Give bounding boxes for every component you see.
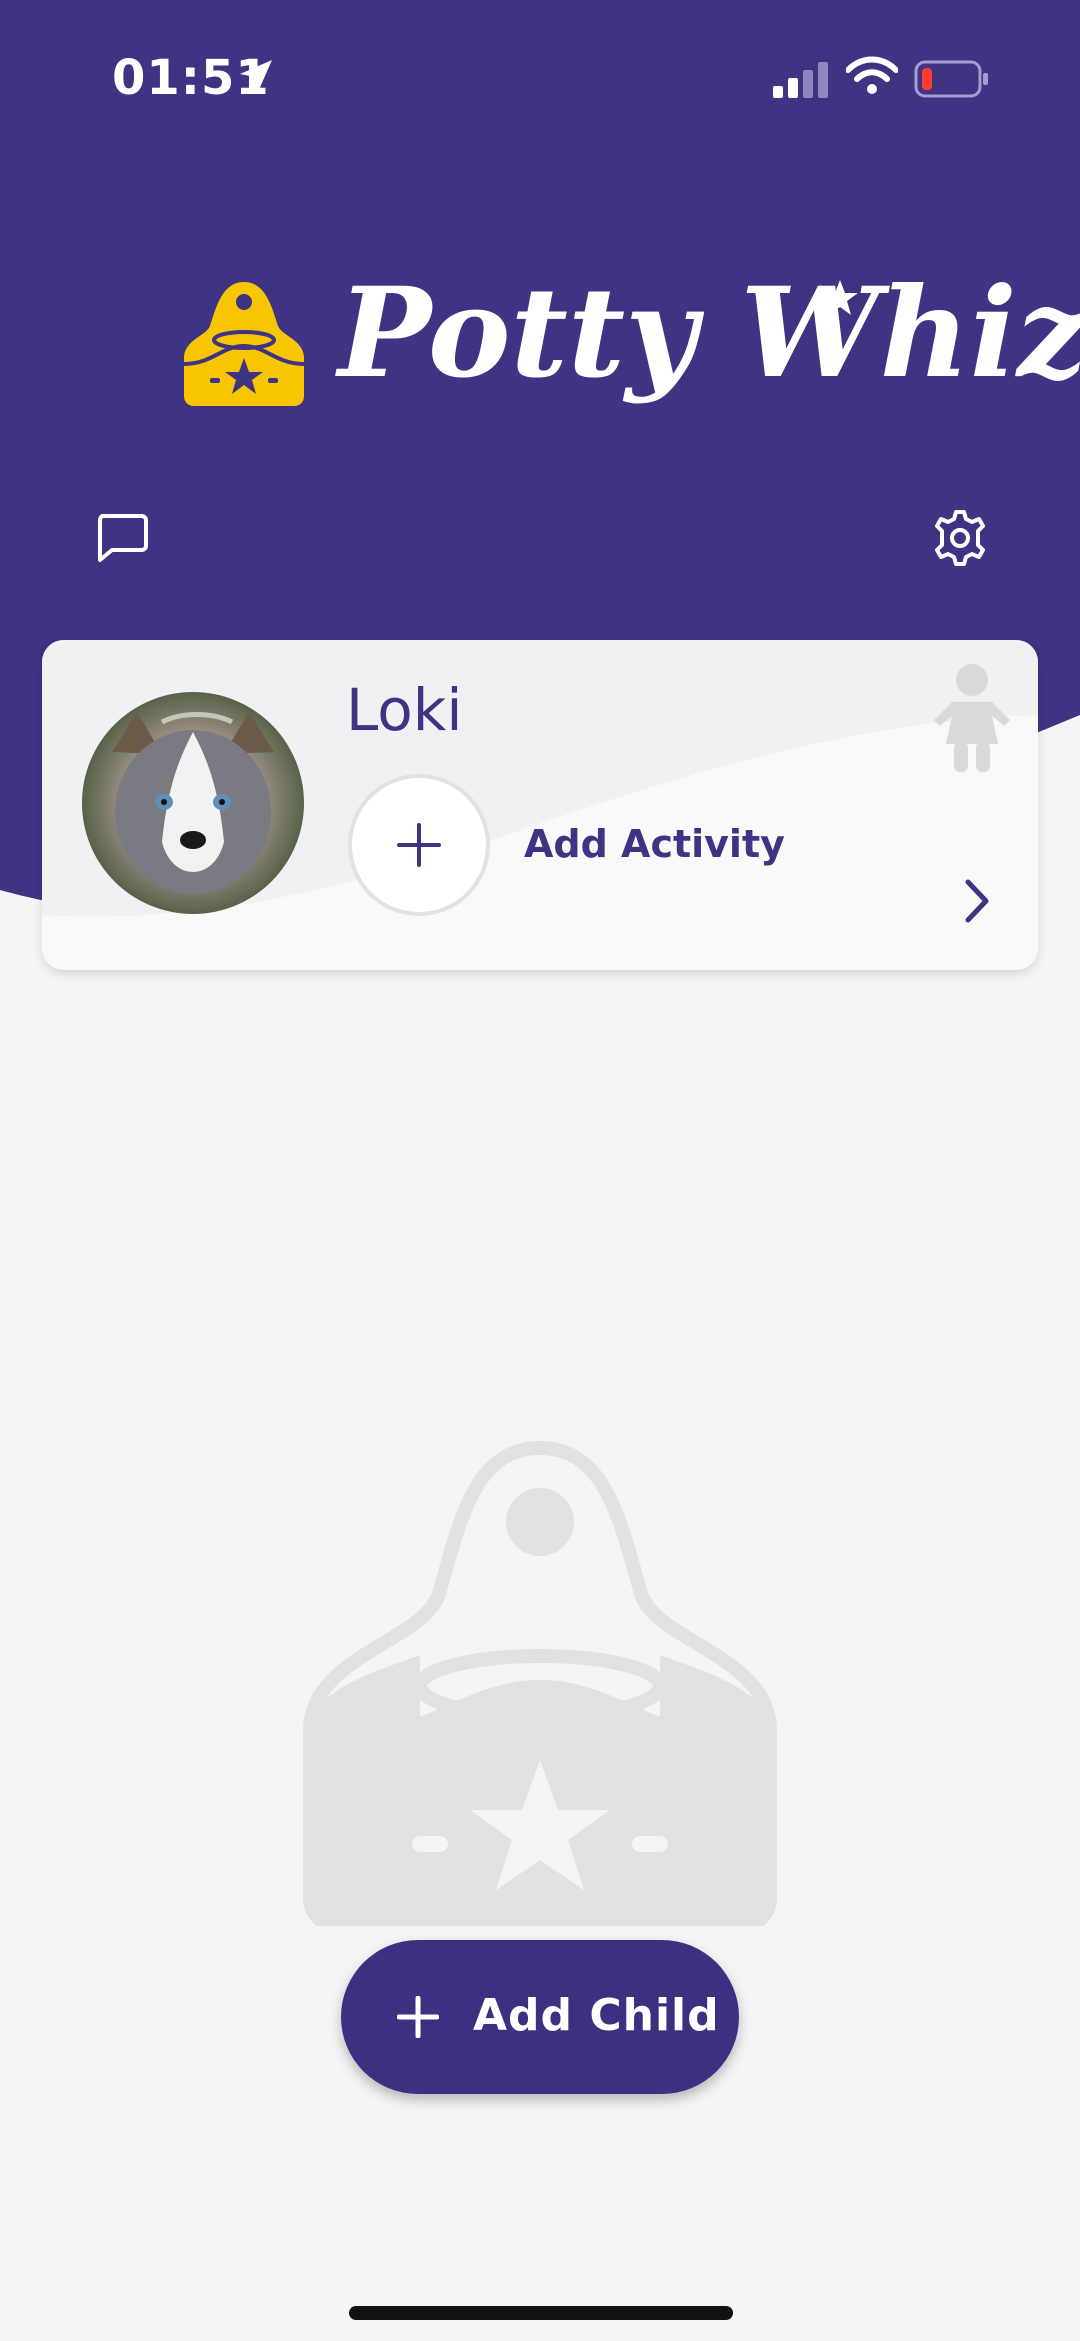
add-child-button[interactable]: Add Child [341,1940,739,2094]
plus-icon [397,823,441,867]
empty-potty-illustration [303,1440,777,1926]
wifi-icon [846,56,898,94]
add-activity-button[interactable] [348,774,490,916]
gear-icon[interactable] [930,508,990,568]
girl-icon [934,664,1010,772]
puppy-face-icon [112,712,274,894]
battery-low-icon [914,60,988,98]
add-child-label: Add Child [473,1990,720,2041]
location-arrow-icon [240,60,272,92]
child-name: Loki [346,676,463,744]
signal-icon [773,62,828,98]
plus-icon [397,1996,439,2038]
chat-bubble-icon[interactable] [96,512,148,564]
title-star-icon [822,280,858,315]
add-activity-label[interactable]: Add Activity [524,822,785,866]
home-indicator[interactable] [349,2306,733,2320]
child-card[interactable]: Loki Add Activity [42,640,1038,970]
chevron-right-icon[interactable] [962,878,992,924]
app-title: Potty Whiz [338,261,1080,406]
potty-logo-icon [183,282,305,406]
child-avatar-photo[interactable] [82,692,304,914]
